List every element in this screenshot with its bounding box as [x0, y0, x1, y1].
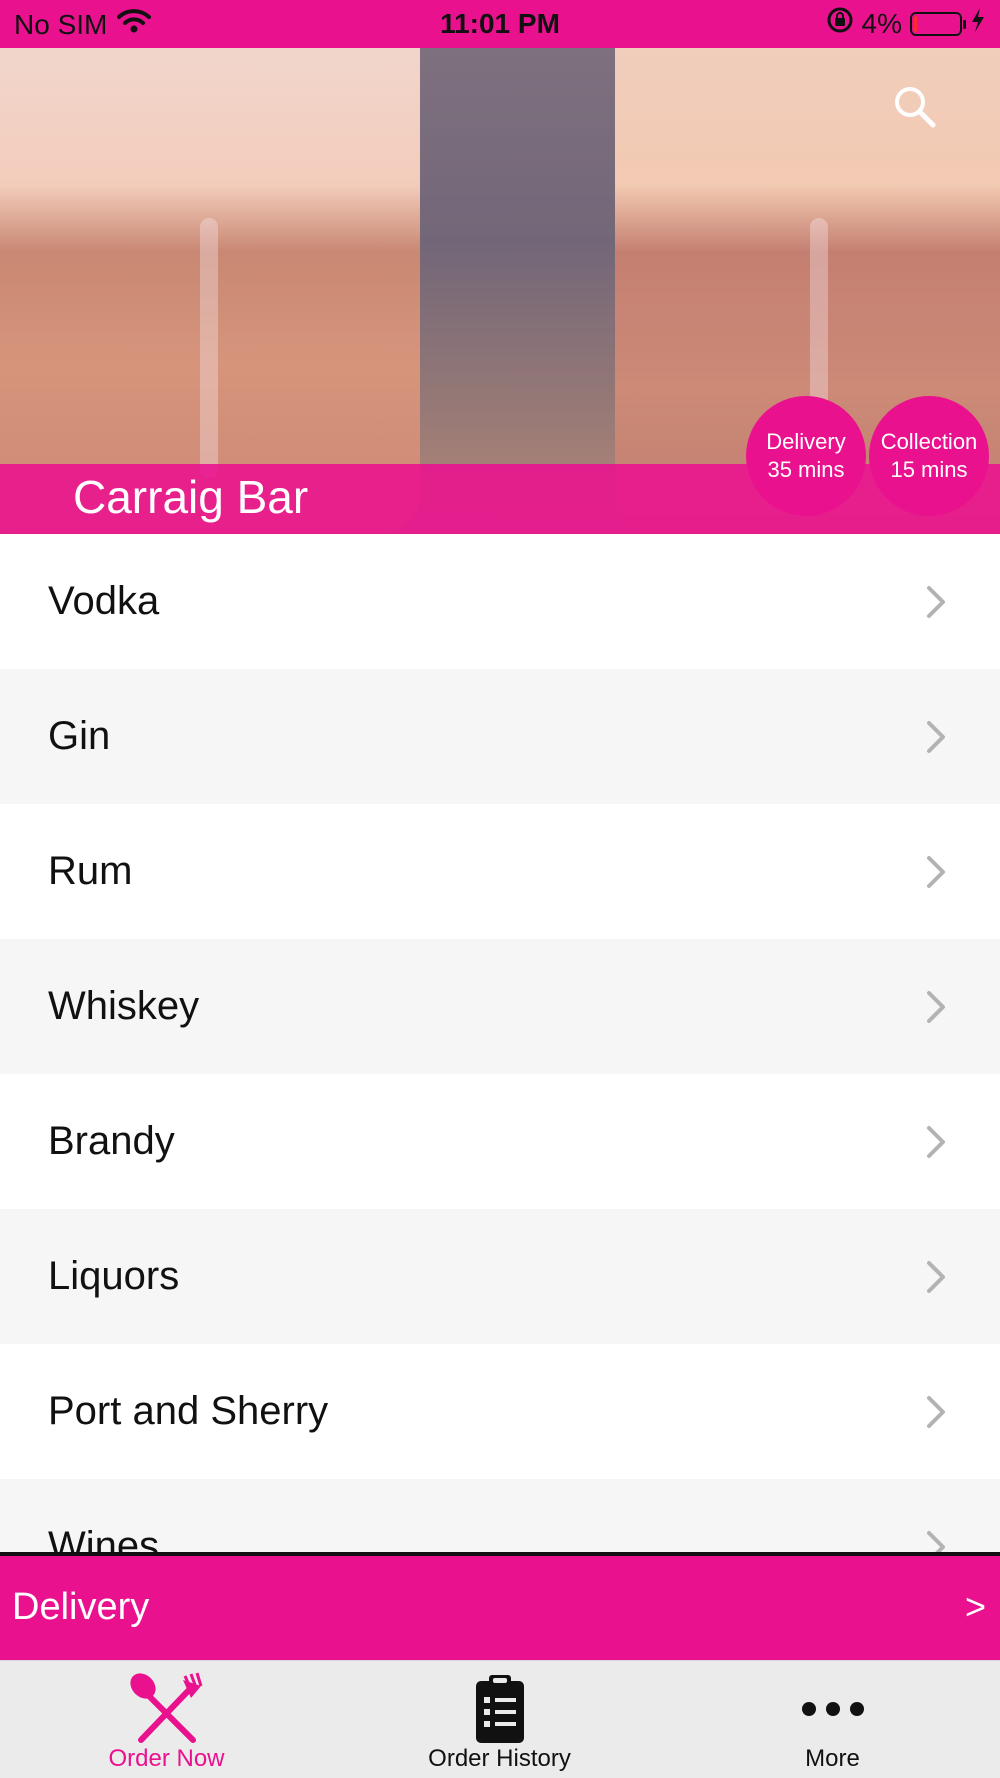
- hero-banner: Carraig Bar Delivery 35 mins Collection …: [0, 48, 1000, 534]
- tab-label: More: [805, 1745, 860, 1772]
- chevron-right-icon: [922, 717, 950, 757]
- battery-percent: 4%: [861, 7, 902, 39]
- status-bar: No SIM 11:01 PM 4%: [0, 0, 1000, 48]
- tab-more[interactable]: More: [666, 1661, 999, 1778]
- delivery-badge-label: Delivery: [766, 429, 846, 454]
- status-right: 4%: [826, 6, 986, 41]
- app-screen: No SIM 11:01 PM 4% Carraig Bar Delivery …: [0, 0, 1000, 1778]
- category-label: Whiskey: [48, 984, 200, 1028]
- category-row-vodka[interactable]: Vodka: [0, 534, 1000, 669]
- tab-order-now[interactable]: Order Now: [0, 1661, 333, 1778]
- category-label: Rum: [48, 849, 133, 893]
- category-row-liquors[interactable]: Liquors: [0, 1209, 1000, 1344]
- chevron-right-icon: [922, 1122, 950, 1162]
- delivery-mode-arrow: >: [964, 1586, 986, 1627]
- category-label: Gin: [48, 714, 111, 758]
- category-list[interactable]: Vodka Gin Rum Whiskey Brandy Liquors Por…: [0, 534, 1000, 1553]
- tab-bar: Order Now Order History More: [0, 1660, 1000, 1778]
- battery-level: [914, 15, 917, 32]
- collection-badge-time: 15 mins: [890, 457, 968, 482]
- rotation-lock-icon: [826, 6, 854, 41]
- category-row-gin[interactable]: Gin: [0, 669, 1000, 804]
- category-row-port-and-sherry[interactable]: Port and Sherry: [0, 1344, 1000, 1479]
- category-label: Liquors: [48, 1254, 180, 1298]
- delivery-badge-time: 35 mins: [767, 457, 845, 482]
- chevron-right-icon: [922, 1527, 950, 1553]
- chevron-right-icon: [922, 1257, 950, 1297]
- chevron-right-icon: [922, 1392, 950, 1432]
- search-button[interactable]: [886, 78, 942, 134]
- category-row-whiskey[interactable]: Whiskey: [0, 939, 1000, 1074]
- collection-time-badge: Collection 15 mins: [869, 396, 989, 516]
- tab-label: Order Now: [108, 1745, 225, 1772]
- category-label: Port and Sherry: [48, 1389, 329, 1433]
- category-row-wines[interactable]: Wines: [0, 1479, 1000, 1553]
- category-label: Brandy: [48, 1119, 175, 1163]
- chevron-right-icon: [922, 582, 950, 622]
- collection-badge-label: Collection: [880, 429, 978, 454]
- tab-label: Order History: [428, 1745, 571, 1772]
- delivery-mode-label: Delivery: [12, 1586, 150, 1628]
- chevron-right-icon: [922, 987, 950, 1027]
- battery-icon: [910, 11, 966, 36]
- category-label: Vodka: [48, 579, 160, 623]
- more-dots-icon: [666, 1669, 999, 1749]
- tab-order-history[interactable]: Order History: [333, 1661, 666, 1778]
- delivery-time-badge: Delivery 35 mins: [746, 396, 866, 516]
- delivery-mode-bar[interactable]: Delivery >: [0, 1556, 1000, 1660]
- clipboard-list-icon: [333, 1669, 666, 1749]
- search-icon: [895, 87, 936, 128]
- chevron-right-icon: [922, 852, 950, 892]
- fork-spoon-icon: [0, 1669, 333, 1749]
- category-label: Wines: [48, 1524, 160, 1553]
- category-row-brandy[interactable]: Brandy: [0, 1074, 1000, 1209]
- category-row-rum[interactable]: Rum: [0, 804, 1000, 939]
- restaurant-title: Carraig Bar: [73, 471, 309, 523]
- charging-icon: [970, 7, 986, 40]
